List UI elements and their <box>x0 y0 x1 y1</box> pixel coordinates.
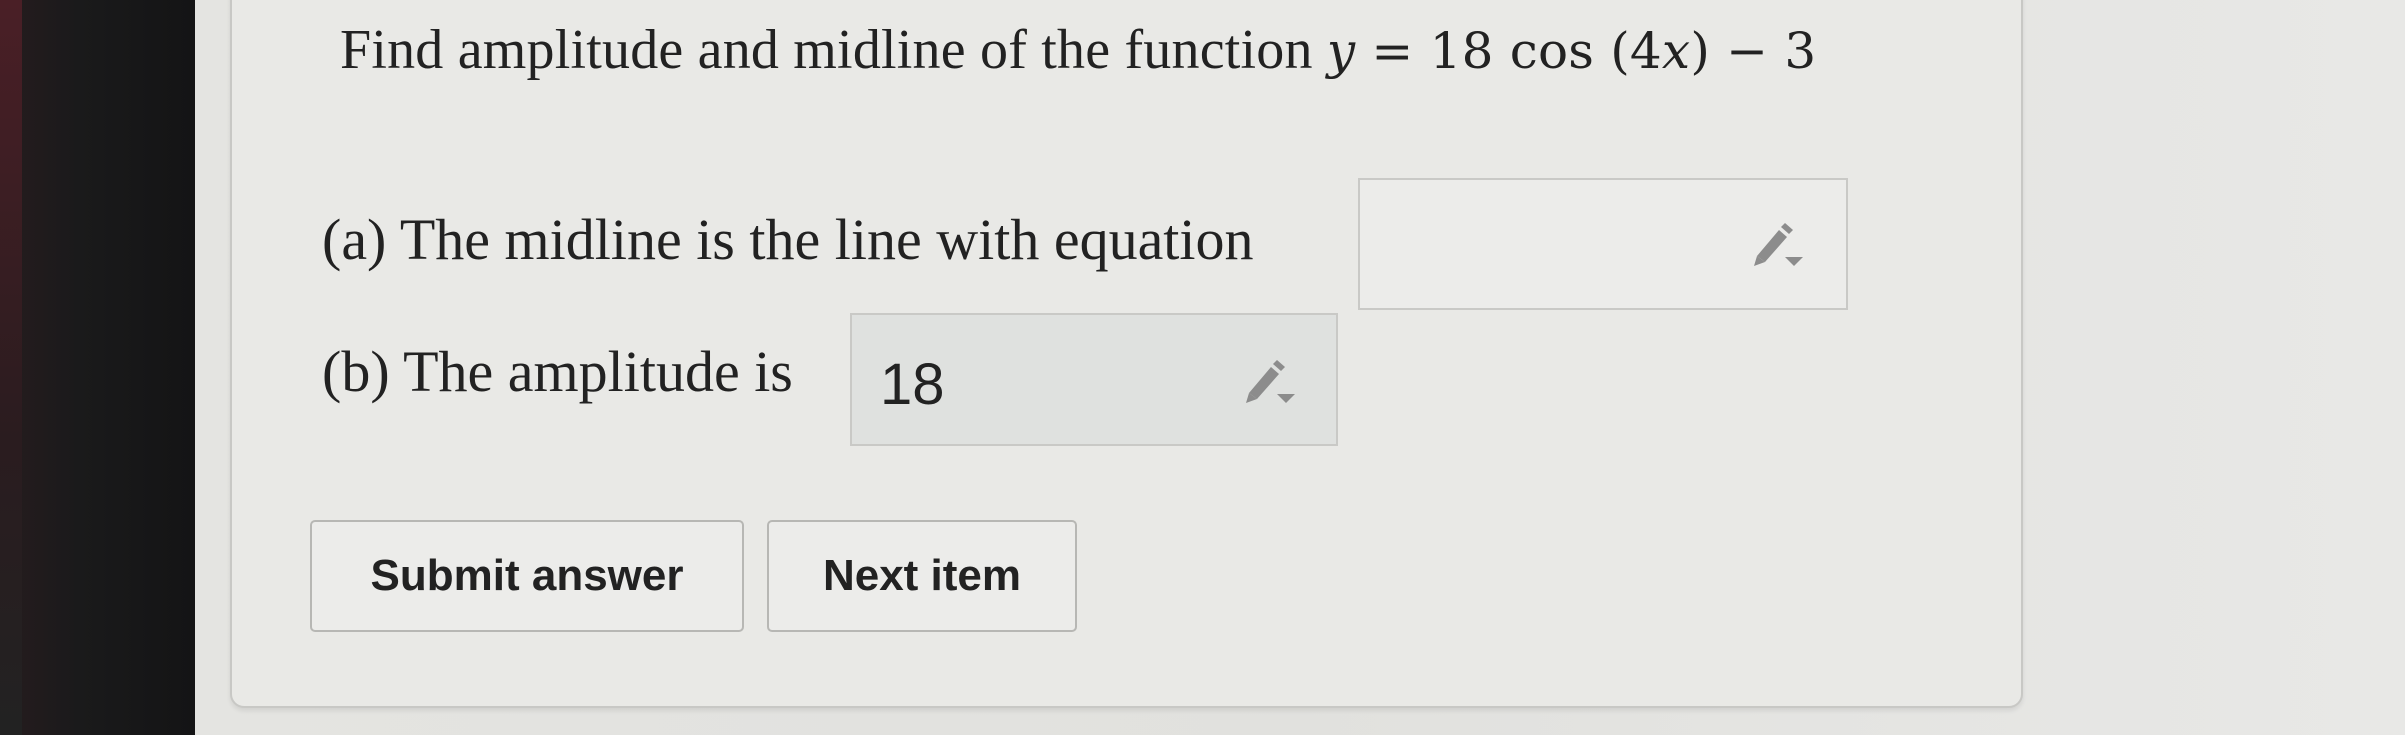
submit-answer-button[interactable]: Submit answer <box>310 520 744 632</box>
question-function: y = 18 cos (4x) − 3 <box>1327 22 1816 80</box>
math-variable-x: x <box>1661 22 1691 80</box>
next-item-button[interactable]: Next item <box>767 520 1077 632</box>
part-b-label: (b) The amplitude is <box>322 339 793 404</box>
question-prefix: Find amplitude and midline of the functi… <box>340 19 1327 81</box>
pencil-dropdown-icon[interactable] <box>1745 216 1815 276</box>
device-bezel <box>0 0 195 735</box>
midline-answer-input[interactable] <box>1358 178 1848 310</box>
amplitude-answer-value: 18 <box>880 352 945 417</box>
part-a-label: (a) The midline is the line with equatio… <box>322 207 1254 272</box>
math-variable-y: y <box>1326 22 1356 80</box>
pencil-dropdown-icon[interactable] <box>1237 353 1307 413</box>
math-expression-part: = 18 cos (4 <box>1355 22 1662 80</box>
math-expression-tail: ) − 3 <box>1690 22 1817 80</box>
question-text: Find amplitude and midline of the functi… <box>340 18 1816 82</box>
amplitude-answer-input[interactable]: 18 <box>850 313 1338 446</box>
